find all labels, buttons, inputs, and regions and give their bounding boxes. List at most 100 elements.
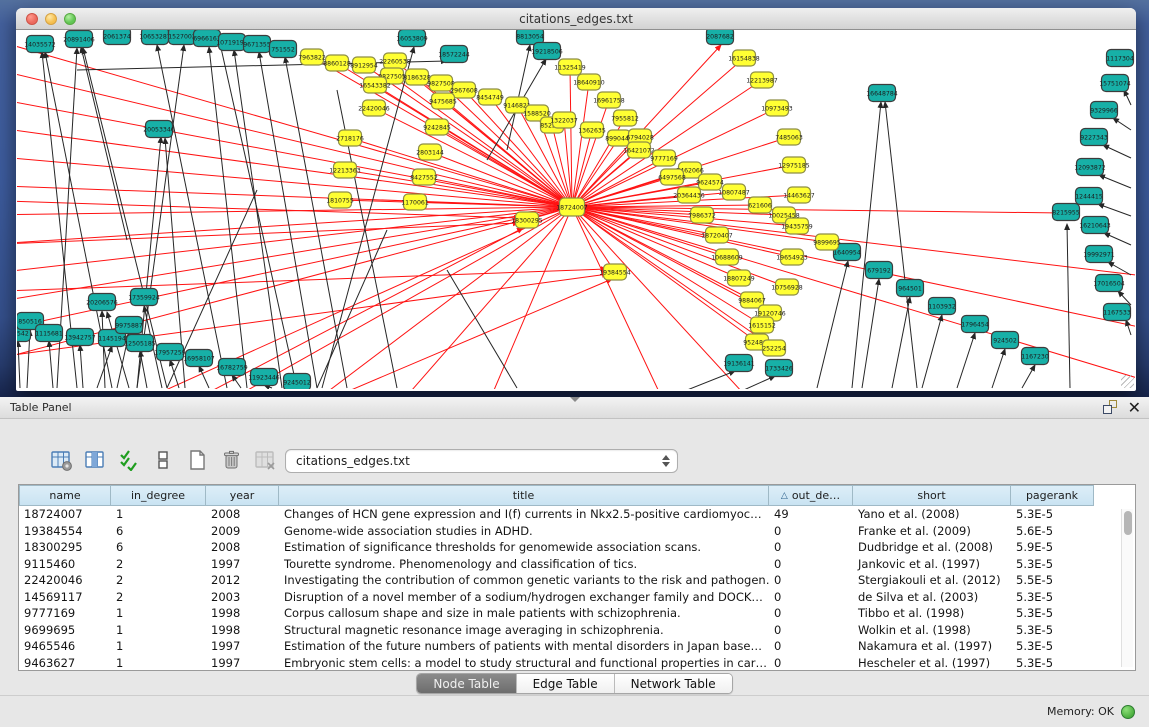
graph-node[interactable]: 14035572 [24, 36, 56, 53]
graph-node[interactable]: 8427552 [410, 169, 438, 185]
table-scrollbar-thumb[interactable] [1124, 511, 1132, 535]
graph-node[interactable]: 1170061 [401, 194, 429, 210]
graph-node[interactable]: 17359924 [128, 289, 160, 306]
graph-node[interactable]: 9899695 [813, 234, 841, 250]
new-column-icon[interactable] [184, 447, 210, 473]
graph-node[interactable]: 19654923 [776, 249, 808, 265]
graph-node[interactable]: 1322037 [550, 112, 578, 128]
network-canvas[interactable]: 1403557220891406206137410653287152700269… [17, 30, 1135, 389]
graph-node[interactable]: 16782759 [216, 359, 248, 376]
row-height-icon[interactable] [150, 447, 176, 473]
graph-node[interactable]: 7963822 [298, 49, 326, 65]
graph-node[interactable]: 2087682 [706, 30, 734, 45]
graph-node[interactable]: 16053809 [396, 30, 428, 47]
graph-node[interactable]: 13942757 [64, 329, 96, 346]
graph-node[interactable]: 621606 [748, 197, 772, 213]
graph-node[interactable]: 16958107 [183, 350, 215, 367]
graph-node[interactable]: 18720407 [701, 227, 733, 243]
graph-node[interactable]: 10973493 [761, 100, 793, 116]
table-selector-dropdown[interactable]: citations_edges.txt [285, 449, 678, 473]
graph-node[interactable]: 11923446 [248, 369, 280, 386]
table-scrollbar[interactable] [1121, 509, 1133, 667]
graph-node[interactable]: 679192 [866, 262, 893, 279]
graph-node[interactable]: 18724007 [556, 198, 588, 216]
graph-node[interactable]: 1244415 [1075, 188, 1103, 205]
graph-node[interactable]: 1103932 [928, 298, 956, 315]
graph-node[interactable]: 9245012 [283, 374, 311, 390]
column-header-year[interactable]: year [206, 485, 279, 506]
column-header-pagerank[interactable]: pagerank [1011, 485, 1094, 506]
graph-node[interactable]: 12093872 [1074, 159, 1106, 176]
graph-node[interactable]: 19136141 [723, 355, 755, 372]
column-header-short[interactable]: short [853, 485, 1011, 506]
graph-node[interactable]: 1615152 [748, 317, 776, 333]
table-mode-icon[interactable] [48, 447, 74, 473]
graph-node[interactable]: 2718176 [336, 130, 364, 146]
graph-node[interactable]: 1810755 [326, 192, 354, 208]
delete-column-icon[interactable] [218, 447, 244, 473]
network-graph[interactable]: 1403557220891406206137410653287152700269… [17, 30, 1135, 389]
graph-node[interactable]: 252254 [762, 340, 786, 356]
graph-node[interactable]: 9975887 [115, 317, 143, 334]
splitter-handle[interactable] [570, 397, 580, 402]
graph-node[interactable]: 17016504 [1093, 275, 1125, 292]
graph-node[interactable]: 6497568 [658, 169, 686, 185]
graph-node[interactable]: 2803144 [416, 144, 444, 160]
table-row[interactable]: 946554611997Estimation of the future num… [19, 638, 1135, 655]
graph-node[interactable]: 19435759 [781, 218, 813, 234]
delete-table-icon[interactable] [252, 447, 278, 473]
column-header-name[interactable]: name [19, 485, 111, 506]
graph-node[interactable]: 9777169 [650, 150, 678, 166]
graph-node[interactable]: 11325419 [554, 59, 586, 75]
graph-node[interactable]: 16154838 [728, 50, 760, 66]
graph-node[interactable]: 7955812 [611, 110, 639, 126]
graph-node[interactable]: 751552 [270, 41, 297, 58]
graph-node[interactable]: 22420046 [358, 100, 390, 116]
float-panel-icon[interactable] [1103, 400, 1118, 415]
graph-node[interactable]: 10756928 [771, 279, 803, 295]
graph-node[interactable]: 10688609 [711, 249, 743, 265]
table-row[interactable]: 1872400712008Changes of HCN gene express… [19, 506, 1135, 523]
graph-node[interactable]: 20053346 [143, 121, 175, 138]
graph-node[interactable]: 1167230 [1021, 348, 1049, 365]
graph-node[interactable]: 22260538 [379, 53, 411, 69]
tab-node-table[interactable]: Node Table [417, 674, 515, 693]
column-header-in_degree[interactable]: in_degree [111, 485, 206, 506]
graph-node[interactable]: 8860128 [323, 55, 351, 71]
table-row[interactable]: 2242004622012Investigating the contribut… [19, 572, 1135, 589]
graph-node[interactable]: 8912954 [350, 57, 378, 73]
select-columns-icon[interactable] [82, 447, 108, 473]
graph-node[interactable]: 16648784 [866, 85, 898, 102]
graph-node[interactable]: 19992971 [1083, 246, 1115, 263]
graph-node[interactable]: 9624574 [696, 174, 724, 190]
graph-node[interactable]: 12213987 [746, 72, 778, 88]
graph-node[interactable]: 16210643 [1079, 217, 1111, 234]
table-row[interactable]: 977716911998Corpus callosum shape and si… [19, 605, 1135, 622]
graph-node[interactable]: 7485063 [775, 129, 803, 145]
column-visibility-icon[interactable] [116, 447, 142, 473]
table-row[interactable]: 969969511998Structural magnetic resonanc… [19, 622, 1135, 639]
graph-node[interactable]: 8215955 [1052, 204, 1080, 221]
close-panel-icon[interactable]: ✕ [1128, 400, 1141, 415]
graph-node[interactable]: 10653287 [139, 30, 171, 45]
graph-node[interactable]: 16543382 [359, 77, 391, 93]
graph-node[interactable]: 10807487 [718, 184, 750, 200]
graph-node[interactable]: 1115681 [35, 325, 63, 342]
graph-node[interactable]: 924502 [992, 332, 1019, 349]
zoom-window-button[interactable] [64, 13, 76, 25]
close-window-button[interactable] [26, 13, 38, 25]
graph-node[interactable]: 12213363 [329, 162, 361, 178]
graph-node[interactable]: 2061374 [103, 30, 131, 45]
graph-node[interactable]: 20206576 [86, 294, 118, 311]
graph-node[interactable]: 19384554 [599, 264, 631, 280]
graph-node[interactable]: 9242845 [423, 119, 451, 135]
graph-node[interactable]: 18572244 [438, 46, 470, 63]
graph-node[interactable]: 1117304 [1106, 50, 1134, 67]
resize-grip[interactable] [1121, 375, 1134, 388]
memory-status-indicator[interactable] [1121, 705, 1135, 719]
tab-network-table[interactable]: Network Table [614, 674, 732, 693]
graph-node[interactable]: 16961758 [593, 92, 625, 108]
graph-node[interactable]: 18640910 [573, 74, 605, 90]
graph-node[interactable]: 18807249 [723, 270, 755, 286]
graph-node[interactable]: 17957259 [154, 344, 186, 361]
